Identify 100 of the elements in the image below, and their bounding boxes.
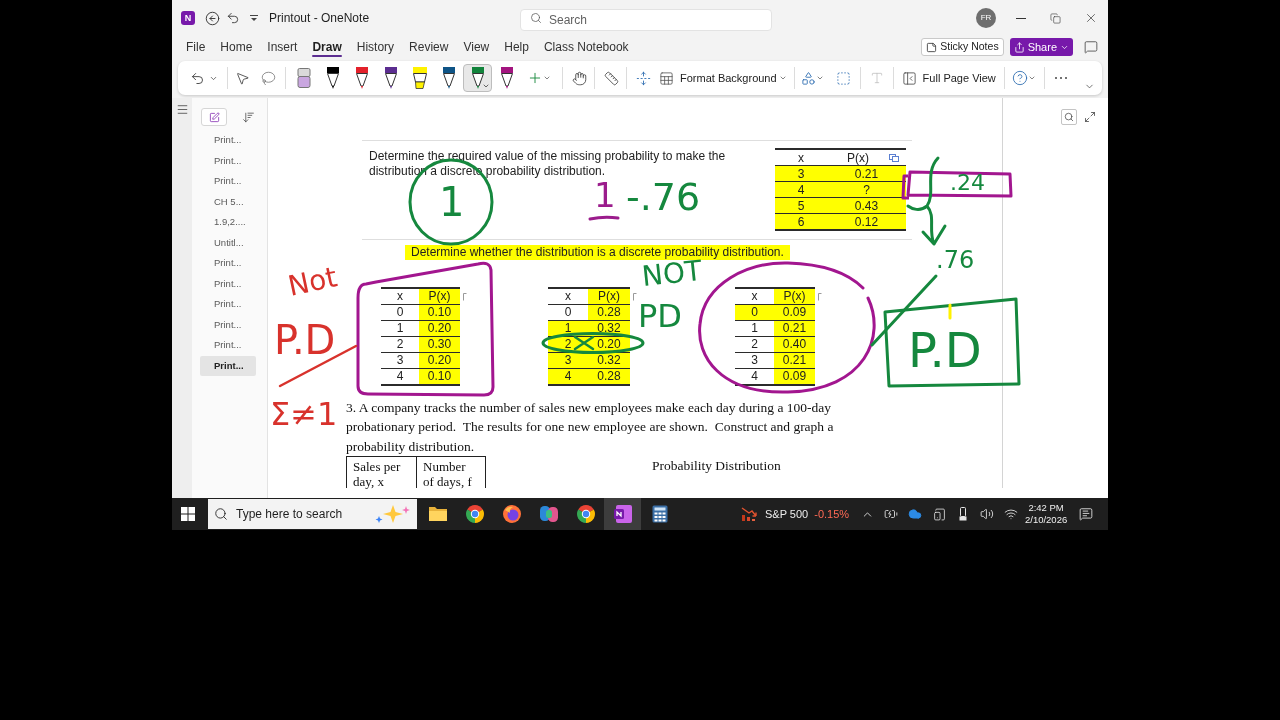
table-cell-text: 1 xyxy=(750,320,759,336)
table-cell-text: 2 xyxy=(750,336,759,352)
ink-stroke xyxy=(948,303,952,320)
format-background-button[interactable]: Format Background xyxy=(659,67,787,89)
ruler-icon xyxy=(603,70,619,86)
page-item[interactable]: Print... xyxy=(200,273,256,294)
help-icon xyxy=(1011,70,1028,86)
vertical-arrows-icon xyxy=(635,70,651,86)
new-page-button[interactable] xyxy=(201,108,227,126)
page-item[interactable]: Untitl... xyxy=(200,232,256,253)
sparkle-icon xyxy=(375,505,411,523)
panel-icon xyxy=(901,70,917,86)
new-page-icon xyxy=(208,111,220,123)
handwritten-note: 1 xyxy=(439,182,465,222)
back-button[interactable] xyxy=(204,10,220,26)
notebook-icon xyxy=(613,505,632,523)
exercise-text: 3. A company tracks the number of sales new employees make each day during a 100-day probationary period. The results for one new employee are shown. Construct and graph a probability distribution. xyxy=(346,398,835,456)
handwritten-note: .24 xyxy=(950,172,985,194)
dashed-square-icon xyxy=(836,70,852,86)
table-cell-text: 3 xyxy=(750,352,759,368)
battery-icon xyxy=(884,507,899,521)
back-icon xyxy=(204,10,220,26)
page-item[interactable]: Print... xyxy=(200,294,256,315)
table-cell-text: 4 xyxy=(395,368,405,384)
column-header: P(x) xyxy=(846,150,870,166)
clock[interactable]: 2:42 PM 2/10/2026 xyxy=(1023,499,1070,529)
menu-tab[interactable]: Insert xyxy=(262,36,303,58)
hand-icon xyxy=(571,70,587,86)
table-cell: ? xyxy=(827,182,906,198)
expand-button[interactable] xyxy=(1082,109,1098,125)
highlighted-prompt: Determine whether the distribution is a discrete probability distribution. xyxy=(405,244,790,260)
chart-title: Probability Distribution xyxy=(652,458,781,474)
column-header: x xyxy=(564,288,572,304)
table-cell: 4 xyxy=(775,182,827,198)
menu-tab[interactable]: Help xyxy=(499,36,534,58)
chevron-down-icon xyxy=(543,74,551,82)
table-cell: 0.21 xyxy=(827,166,906,182)
page-item[interactable]: Print... xyxy=(200,355,256,376)
handwritten-note: P.D xyxy=(908,326,982,374)
table-cell: 3 xyxy=(775,166,827,182)
page-item[interactable]: 1.9,2.... xyxy=(200,212,256,233)
sort-icon xyxy=(241,110,255,124)
navigation-button[interactable] xyxy=(175,102,189,116)
speaker-icon xyxy=(980,507,995,521)
comments-button[interactable] xyxy=(1083,39,1099,55)
search-field[interactable]: Search xyxy=(520,9,772,31)
table-cell-text: 4 xyxy=(750,368,759,384)
sticky-notes-button[interactable]: Sticky Notes xyxy=(921,38,1004,56)
page-item[interactable]: Print... xyxy=(200,314,256,335)
search-field[interactable]: Type here to search xyxy=(208,499,417,529)
search-icon xyxy=(530,12,542,24)
expand-icon xyxy=(1084,111,1096,123)
folder-icon xyxy=(427,506,448,522)
marker-icon xyxy=(463,292,467,301)
app-logo: N xyxy=(181,11,195,25)
page-item[interactable]: Print... xyxy=(200,150,256,171)
handwritten-note: Σ≠1 xyxy=(270,398,338,430)
pen-button[interactable] xyxy=(463,64,492,92)
search-button[interactable] xyxy=(1061,109,1077,125)
column-header: x xyxy=(797,150,805,166)
ruler-button[interactable] xyxy=(603,68,619,88)
grid-icon xyxy=(659,70,674,86)
handwritten-note: Not xyxy=(285,263,340,301)
stock-widget[interactable]: S&P 500 -0.15% xyxy=(741,502,850,526)
page-item[interactable]: Print... xyxy=(200,253,256,274)
cloud-icon xyxy=(908,507,923,521)
column-header: Number of days, f xyxy=(416,456,486,488)
lasso-icon xyxy=(260,70,276,86)
column-header: Sales per day, x xyxy=(346,456,416,488)
stock-chart-icon xyxy=(741,506,757,522)
menu-tab[interactable]: Draw xyxy=(307,36,347,58)
menu-icon xyxy=(175,102,189,116)
speech-bubble-icon xyxy=(1084,40,1098,54)
app-icon xyxy=(539,506,558,522)
dropdown-icon xyxy=(250,14,258,22)
pointer-icon xyxy=(234,70,250,86)
menu-tab[interactable]: History xyxy=(351,36,400,58)
browser-icon xyxy=(502,505,521,523)
menu-tab[interactable]: File xyxy=(181,36,211,58)
page-item[interactable]: Print... xyxy=(200,171,256,192)
share-button[interactable]: Share xyxy=(1009,38,1073,56)
full-page-view-button[interactable]: Full Page View xyxy=(901,67,996,89)
menu-tab[interactable]: Class Notebook xyxy=(538,36,634,58)
ink-underline xyxy=(588,215,620,221)
menu-tab[interactable]: View xyxy=(458,36,495,58)
search-icon xyxy=(1064,112,1074,122)
table-handle-icon xyxy=(889,153,899,162)
wifi-icon xyxy=(1004,507,1019,521)
page-item[interactable]: Print... xyxy=(200,335,256,356)
page-item[interactable]: CH 5... xyxy=(200,191,256,212)
column-header: P(x) xyxy=(419,288,460,304)
table-cell-text: 3 xyxy=(395,352,405,368)
letter-icon xyxy=(869,71,884,85)
undo-button[interactable] xyxy=(225,10,241,26)
minimize-icon xyxy=(1015,17,1026,19)
chevron-down-icon xyxy=(815,74,824,82)
menu-tab[interactable]: Review xyxy=(404,36,454,58)
note-icon xyxy=(926,41,938,53)
menu-tab[interactable]: Home xyxy=(215,36,258,58)
page-item[interactable]: Print... xyxy=(200,130,256,151)
